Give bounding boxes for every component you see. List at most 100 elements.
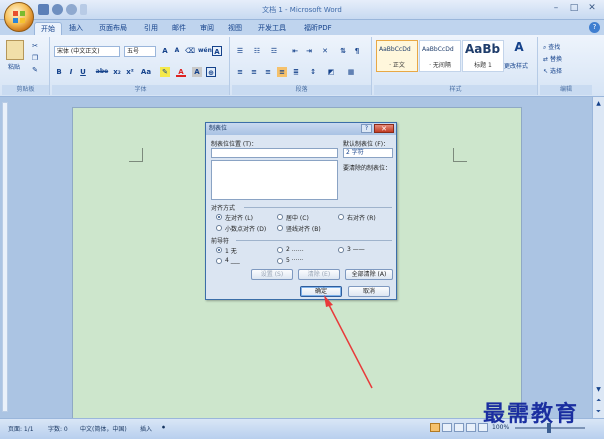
help-icon[interactable]: ?: [589, 22, 600, 33]
leader-middot-label: 5 ······: [286, 257, 304, 264]
find-button[interactable]: ⌕ 查找: [543, 42, 560, 52]
paste-button[interactable]: 粘贴: [8, 62, 20, 71]
clear-all-button[interactable]: 全部清除 (A): [345, 269, 393, 280]
web-layout-icon[interactable]: [454, 423, 464, 432]
format-painter-icon[interactable]: ✎: [30, 65, 40, 75]
leader-underline-radio[interactable]: [216, 258, 222, 264]
leader-dots-radio[interactable]: [277, 247, 283, 253]
page-count[interactable]: 页面: 1/1: [8, 424, 34, 433]
change-styles-icon[interactable]: A: [514, 41, 524, 53]
leader-dash-radio[interactable]: [338, 247, 344, 253]
language-indicator[interactable]: 中文(简体，中国): [80, 424, 127, 433]
tab-stop-list[interactable]: [211, 160, 338, 200]
tab-view[interactable]: 视图: [222, 22, 248, 35]
scroll-down-icon[interactable]: ▼: [594, 385, 603, 394]
align-bar-radio[interactable]: [277, 225, 283, 231]
paragraph-group: ☰ ☷ ☲ ⇤ ⇥ ✕ ⇅ ¶ ≡ ≡ ≡ ≡ ≣ ↕ ◩ ▦ 段落: [232, 37, 372, 95]
enclose-char-icon[interactable]: ⊕: [206, 67, 216, 77]
align-center-icon[interactable]: ≡: [249, 67, 259, 77]
tab-page-layout[interactable]: 页面布局: [93, 22, 133, 35]
style-no-spacing[interactable]: AaBbCcDd · 无间隔: [419, 40, 461, 72]
align-center-radio[interactable]: [277, 214, 283, 220]
increase-indent-icon[interactable]: ⇥: [304, 46, 314, 56]
change-styles-button[interactable]: 更改样式: [504, 61, 528, 70]
italic-icon[interactable]: I: [66, 67, 76, 77]
tab-home[interactable]: 开始: [34, 22, 62, 35]
grow-font-icon[interactable]: A: [160, 46, 170, 56]
multilevel-list-icon[interactable]: ☲: [269, 46, 279, 56]
distributed-icon[interactable]: ≣: [291, 67, 301, 77]
minimize-button[interactable]: –: [548, 2, 564, 15]
show-marks-icon[interactable]: ¶: [352, 46, 362, 56]
strikethrough-icon[interactable]: abe: [94, 67, 110, 77]
tab-review[interactable]: 审阅: [194, 22, 220, 35]
next-page-icon[interactable]: ⏷: [594, 407, 603, 416]
font-color-icon[interactable]: A: [176, 67, 186, 77]
prev-page-icon[interactable]: ⏶: [594, 396, 603, 405]
leader-none-radio[interactable]: [216, 247, 222, 253]
replace-label: 替换: [549, 56, 562, 63]
full-screen-reading-icon[interactable]: [442, 423, 452, 432]
print-layout-view-icon[interactable]: [430, 423, 440, 432]
tab-foxit-pdf[interactable]: 福昕PDF: [298, 22, 338, 35]
char-shading-icon[interactable]: A: [192, 67, 202, 77]
highlight-icon[interactable]: ✎: [160, 67, 170, 77]
default-tab-stops-input[interactable]: 2 字符: [343, 148, 393, 158]
leader-underline-label: 4 ___: [225, 257, 240, 264]
superscript-icon[interactable]: x²: [125, 67, 135, 77]
cut-icon[interactable]: ✂: [30, 41, 40, 51]
clear-format-icon[interactable]: ⌫: [185, 46, 195, 56]
chinese-layout-icon[interactable]: ✕: [320, 46, 330, 56]
justify-icon[interactable]: ≡: [277, 67, 287, 77]
dialog-help-button[interactable]: ?: [361, 124, 372, 133]
align-right-icon[interactable]: ≡: [263, 67, 273, 77]
macro-record-icon[interactable]: ⏺: [162, 424, 165, 432]
vertical-scrollbar[interactable]: ▲ ▼ ⏶ ⏷: [592, 97, 604, 418]
line-spacing-icon[interactable]: ↕: [308, 67, 318, 77]
style-normal[interactable]: AaBbCcDd · 正文: [376, 40, 418, 72]
decrease-indent-icon[interactable]: ⇤: [290, 46, 300, 56]
set-button[interactable]: 设置 (S): [251, 269, 293, 280]
cancel-button[interactable]: 取消: [348, 286, 390, 297]
tab-references[interactable]: 引用: [138, 22, 164, 35]
outline-view-icon[interactable]: [466, 423, 476, 432]
change-case-icon[interactable]: Aa: [139, 67, 153, 77]
tab-developer[interactable]: 开发工具: [252, 22, 292, 35]
scroll-up-icon[interactable]: ▲: [594, 99, 603, 108]
clear-button[interactable]: 清除 (E): [298, 269, 340, 280]
close-button[interactable]: ✕: [584, 2, 600, 15]
style-heading-1[interactable]: AaBb 标题 1: [462, 40, 504, 72]
tab-mailings[interactable]: 邮件: [166, 22, 192, 35]
replace-button[interactable]: ⇄ 替换: [543, 54, 562, 63]
bullets-icon[interactable]: ☰: [235, 46, 245, 56]
paste-icon[interactable]: [6, 40, 24, 60]
dialog-close-button[interactable]: ✕: [374, 124, 394, 133]
word-count[interactable]: 字数: 0: [48, 424, 68, 433]
font-name-combo[interactable]: 宋体 (中文正文): [54, 46, 120, 57]
borders-icon[interactable]: ▦: [346, 67, 356, 77]
phonetic-guide-icon[interactable]: wén: [198, 46, 212, 56]
align-bar-label: 竖线对齐 (B): [286, 226, 321, 233]
leader-middot-radio[interactable]: [277, 258, 283, 264]
maximize-button[interactable]: □: [566, 2, 582, 15]
insert-mode[interactable]: 插入: [140, 424, 152, 433]
tab-insert[interactable]: 插入: [63, 22, 89, 35]
shading-icon[interactable]: ◩: [326, 67, 336, 77]
select-button[interactable]: ↖ 选择: [543, 66, 562, 75]
copy-icon[interactable]: ❐: [30, 53, 40, 63]
subscript-icon[interactable]: x₂: [112, 67, 122, 77]
align-left-icon[interactable]: ≡: [235, 67, 245, 77]
underline-icon[interactable]: U: [78, 67, 88, 77]
numbering-icon[interactable]: ☷: [252, 46, 262, 56]
bold-icon[interactable]: B: [54, 67, 64, 77]
ok-button[interactable]: 确定: [300, 286, 342, 297]
align-right-radio[interactable]: [338, 214, 344, 220]
char-border-icon[interactable]: A: [212, 46, 222, 56]
align-decimal-radio[interactable]: [216, 225, 222, 231]
office-button[interactable]: [4, 2, 34, 32]
shrink-font-icon[interactable]: A: [172, 46, 182, 56]
sort-icon[interactable]: ⇅: [338, 46, 348, 56]
align-left-radio[interactable]: [216, 214, 222, 220]
tab-stop-position-input[interactable]: [211, 148, 338, 158]
font-size-combo[interactable]: 五号: [124, 46, 156, 57]
